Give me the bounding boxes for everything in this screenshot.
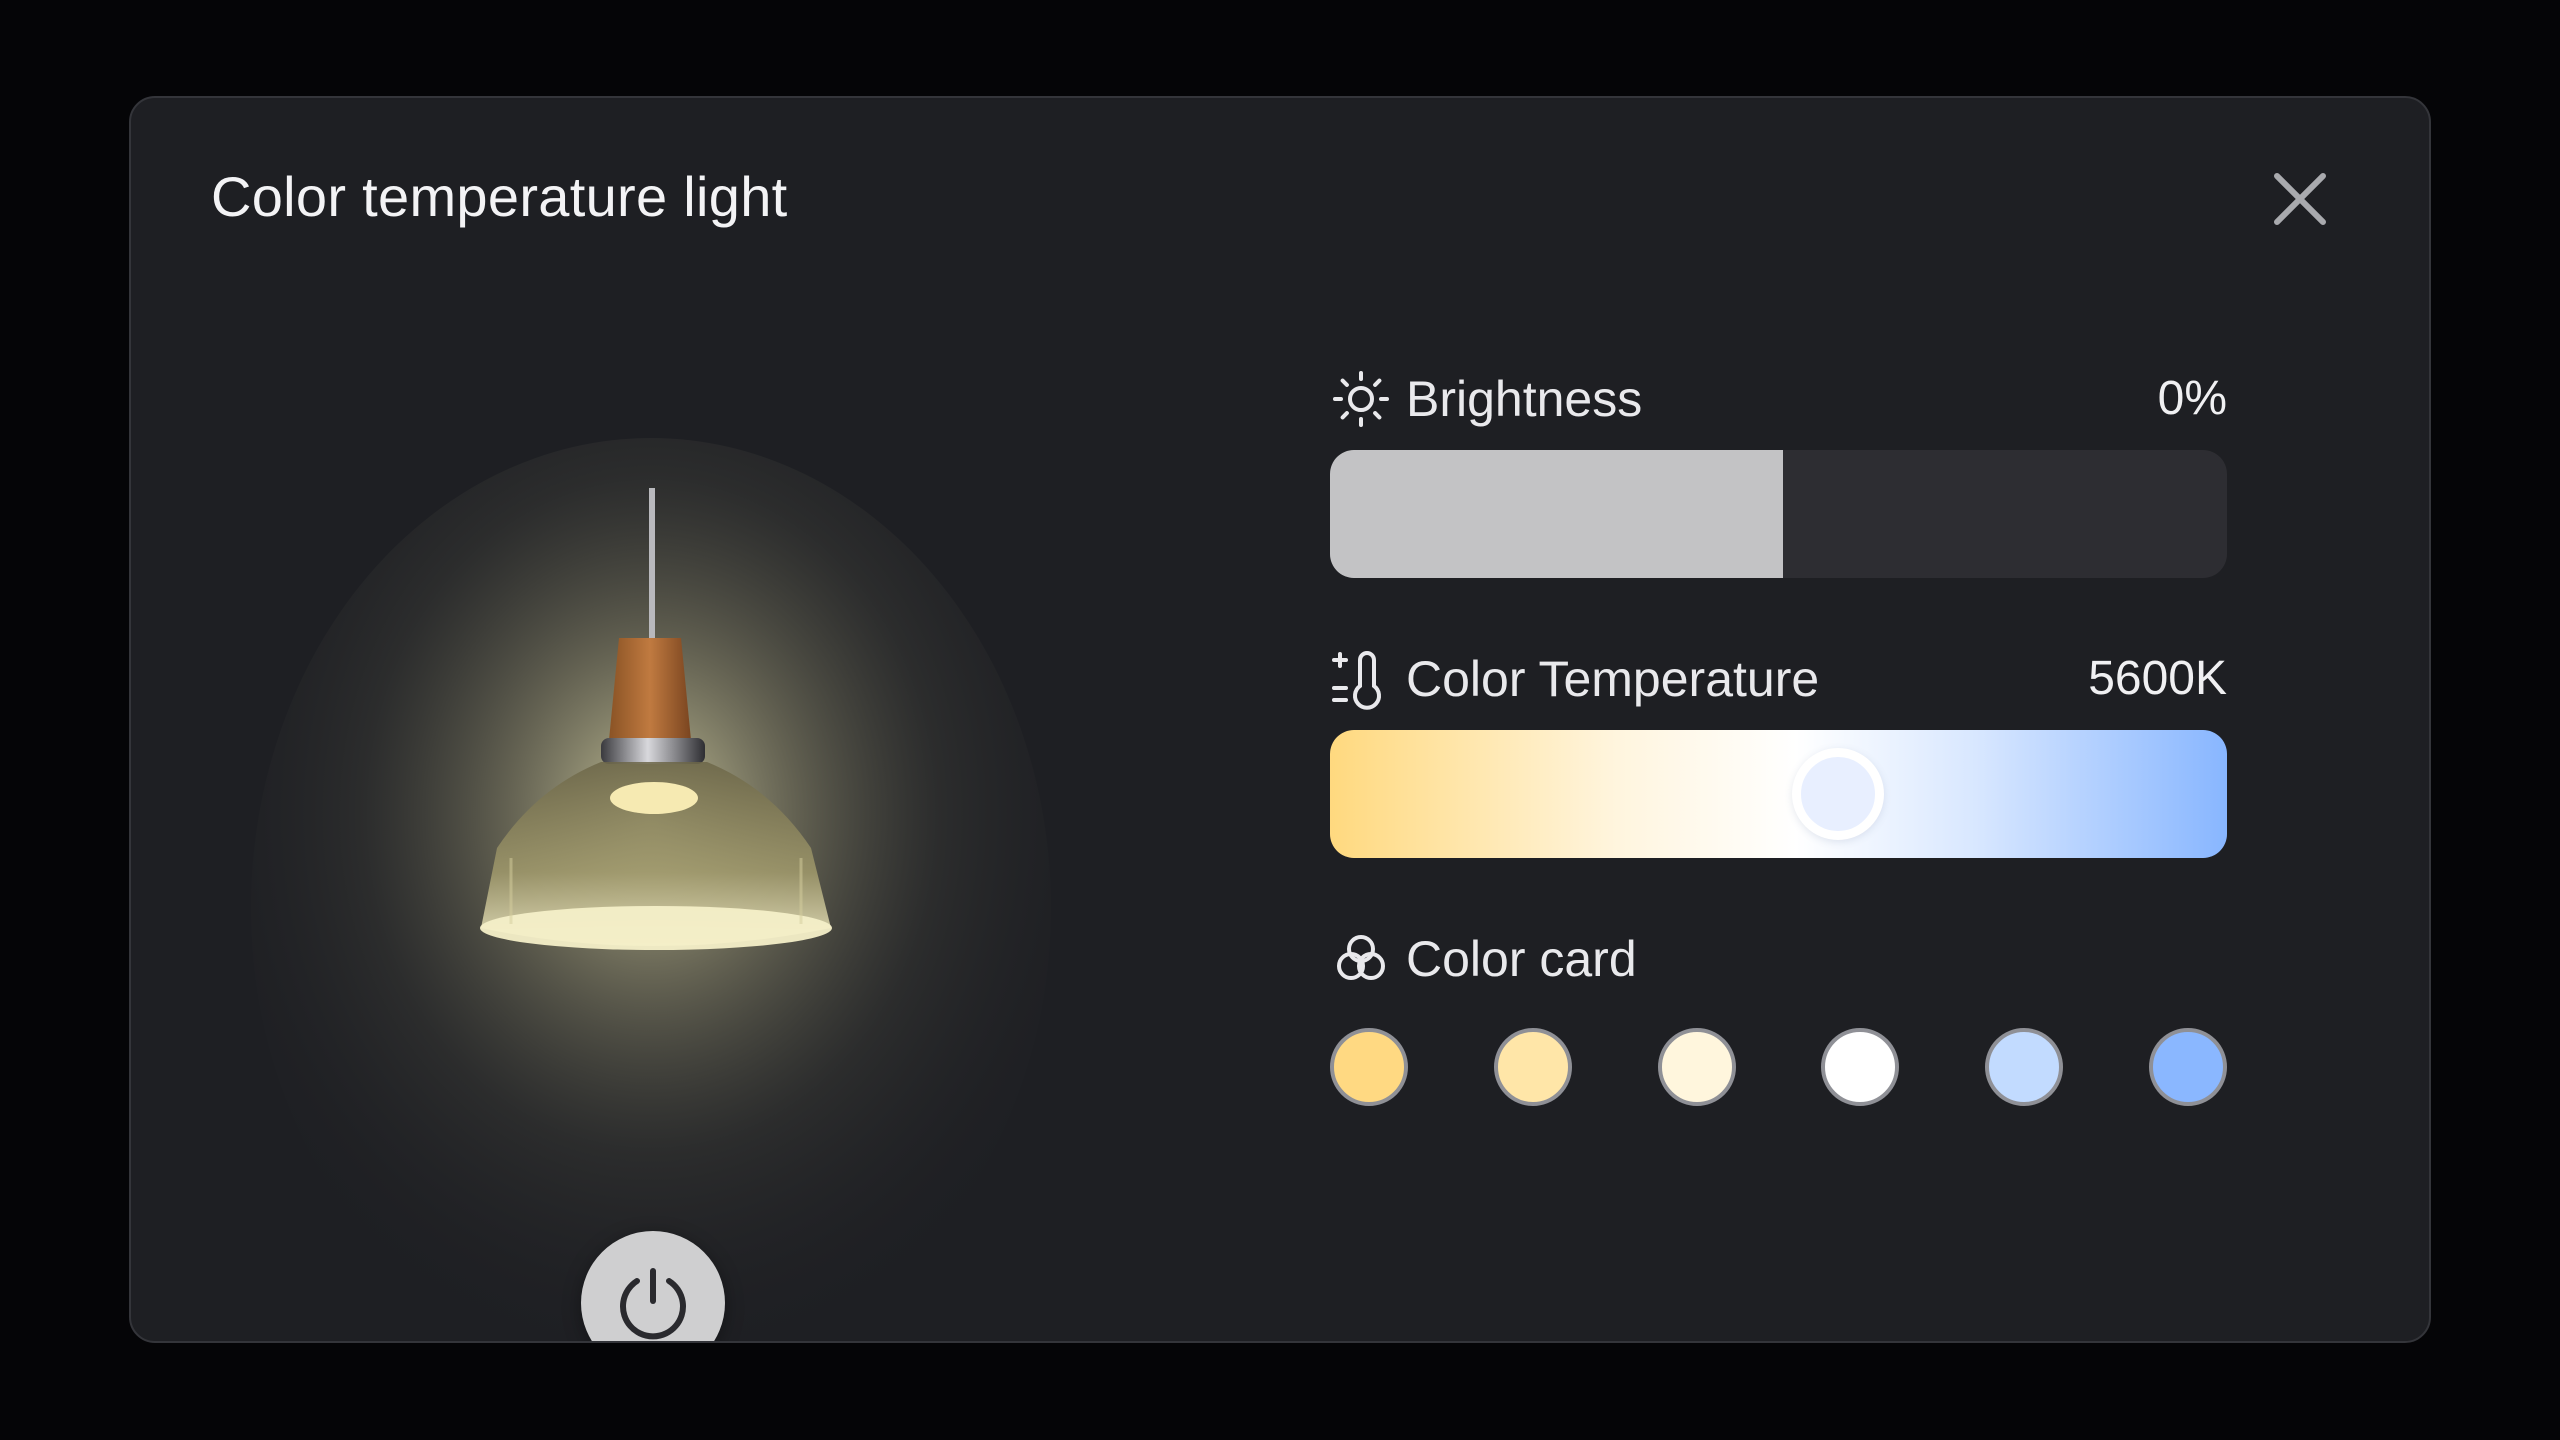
dialog-title: Color temperature light — [211, 165, 788, 228]
brightness-label: Brightness — [1406, 371, 1643, 427]
light-control-dialog: Color temperature light Brightness 0% Co… — [129, 96, 2431, 1343]
color-temperature-value: 5600K — [2088, 652, 2227, 705]
brightness-value: 0% — [2157, 372, 2227, 425]
brightness-header: Brightness 0% — [1330, 364, 2227, 434]
brightness-slider[interactable] — [1330, 450, 2227, 578]
color-swatch[interactable] — [1821, 1028, 1900, 1106]
close-button[interactable] — [2265, 164, 2335, 234]
color-temperature-slider[interactable] — [1330, 730, 2227, 858]
color-swatch[interactable] — [2148, 1028, 2227, 1106]
color-card-header: Color card — [1330, 924, 2227, 994]
color-temperature-label: Color Temperature — [1406, 651, 1820, 707]
color-swatch[interactable] — [1330, 1028, 1408, 1106]
color-temperature-slider-handle[interactable] — [1791, 748, 1884, 840]
color-temperature-header: Color Temperature 5600K — [1330, 644, 2227, 714]
color-swatch[interactable] — [1657, 1028, 1736, 1106]
brightness-slider-fill — [1330, 450, 1783, 578]
thermometer-icon — [1332, 651, 1381, 710]
sun-icon — [1333, 371, 1389, 427]
close-icon — [2274, 173, 2326, 225]
pendant-lamp-image — [251, 438, 1051, 1341]
power-icon — [620, 1268, 686, 1340]
lamp-illustration — [131, 288, 1231, 1341]
color-swatch[interactable] — [1493, 1028, 1572, 1106]
color-card-label: Color card — [1406, 931, 1637, 987]
color-circles-icon — [1337, 935, 1385, 980]
color-swatch[interactable] — [1985, 1028, 2064, 1106]
color-card-swatches — [1330, 1028, 2227, 1112]
